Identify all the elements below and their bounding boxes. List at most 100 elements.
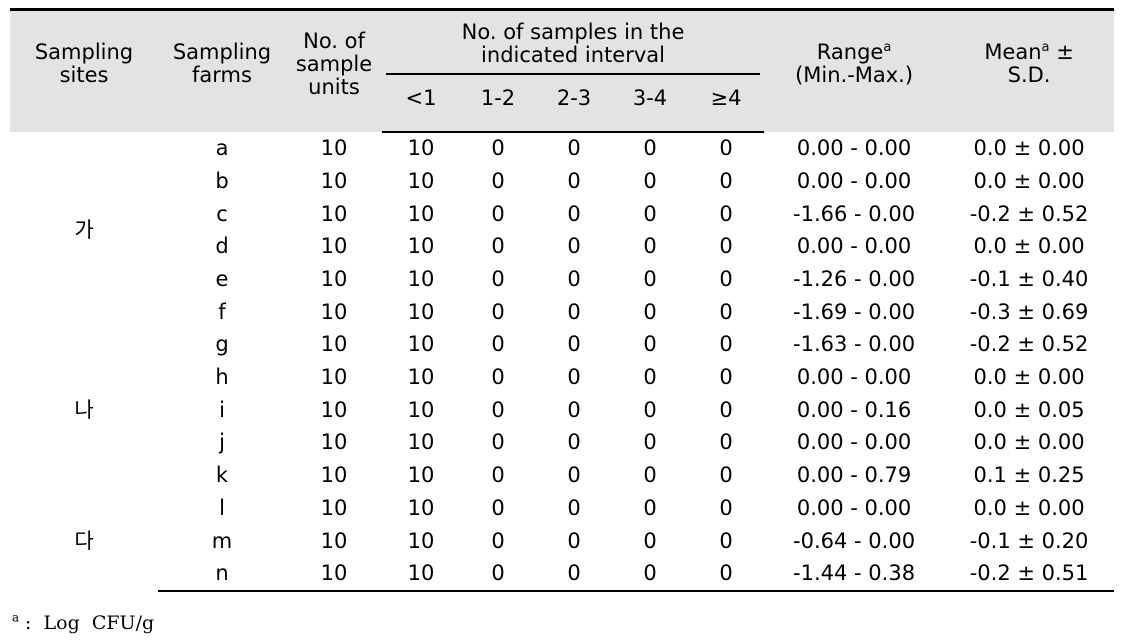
table-row: c 10 10 0 0 0 0 -1.66 - 0.00 -0.2 ± 0.52 <box>10 198 1115 231</box>
cell-interval-lt1: 10 <box>382 230 460 264</box>
cell-range: 0.00 - 0.00 <box>764 492 945 525</box>
cell-mean-sd: -0.2 ± 0.52 <box>944 328 1115 362</box>
cell-interval-2-3: 0 <box>536 131 612 166</box>
table-row: n 10 10 0 0 0 0 -1.44 - 0.38 -0.2 ± 0.51 <box>10 557 1115 593</box>
cell-interval-ge4: 0 <box>688 557 765 593</box>
cell-interval-3-4: 0 <box>612 361 688 395</box>
cell-sampling-farm: d <box>158 230 286 264</box>
table-row: i 10 10 0 0 0 0 0.00 - 0.16 0.0 ± 0.05 <box>10 394 1115 427</box>
cell-mean-sd: 0.0 ± 0.00 <box>944 131 1115 166</box>
column-header-sample-units: No. of sample units <box>286 7 382 132</box>
cell-mean-sd: -0.3 ± 0.69 <box>944 296 1115 329</box>
cell-interval-ge4: 0 <box>688 263 765 297</box>
column-header-interval-1-2: 1-2 <box>460 75 536 133</box>
table-row: h 10 10 0 0 0 0 0.00 - 0.00 0.0 ± 0.00 <box>10 361 1115 395</box>
cell-sample-units: 10 <box>286 361 382 395</box>
cell-interval-lt1: 10 <box>382 131 460 166</box>
column-header-range: Rangea (Min.-Max.) <box>764 7 945 132</box>
cell-interval-3-4: 0 <box>612 296 688 329</box>
table-row: m 10 10 0 0 0 0 -0.64 - 0.00 -0.1 ± 0.20 <box>10 524 1115 558</box>
cell-sampling-farm: h <box>158 361 286 395</box>
cell-range: -1.69 - 0.00 <box>764 296 945 329</box>
header-interval-group-line2: indicated interval <box>481 43 665 68</box>
cell-interval-1-2: 0 <box>460 198 536 231</box>
cell-interval-2-3: 0 <box>536 459 612 493</box>
cell-interval-1-2: 0 <box>460 394 536 427</box>
cell-interval-3-4: 0 <box>612 459 688 493</box>
cell-interval-3-4: 0 <box>612 557 688 593</box>
cell-mean-sd: 0.0 ± 0.00 <box>944 230 1115 264</box>
cell-sample-units: 10 <box>286 426 382 460</box>
cell-mean-sd: -0.1 ± 0.40 <box>944 263 1115 297</box>
cell-sampling-site: 다 <box>10 492 158 592</box>
cell-mean-sd: 0.0 ± 0.00 <box>944 361 1115 395</box>
cell-interval-lt1: 10 <box>382 328 460 362</box>
cell-interval-1-2: 0 <box>460 131 536 166</box>
header-mean-sd: S.D. <box>1007 63 1051 88</box>
cell-sample-units: 10 <box>286 230 382 264</box>
cell-sample-units: 10 <box>286 296 382 329</box>
cell-interval-lt1: 10 <box>382 296 460 329</box>
cell-interval-ge4: 0 <box>688 328 765 362</box>
sampling-site-label: 가 <box>74 217 94 242</box>
cell-interval-2-3: 0 <box>536 394 612 427</box>
cell-interval-1-2: 0 <box>460 459 536 493</box>
cell-sample-units: 10 <box>286 165 382 199</box>
cell-interval-2-3: 0 <box>536 361 612 395</box>
cell-sampling-farm: m <box>158 524 286 558</box>
cell-interval-2-3: 0 <box>536 296 612 329</box>
cell-range: -1.26 - 0.00 <box>764 263 945 297</box>
table-row: e 10 10 0 0 0 0 -1.26 - 0.00 -0.1 ± 0.40 <box>10 263 1115 297</box>
column-header-sampling-farms: Sampling farms <box>158 7 286 132</box>
cell-range: 0.00 - 0.79 <box>764 459 945 493</box>
table-figure: Sampling sites Sampling farms No. of sam… <box>0 0 1125 643</box>
cell-interval-lt1: 10 <box>382 524 460 558</box>
header-sampling-farms-line1: Sampling <box>172 40 272 65</box>
cell-range: 0.00 - 0.00 <box>764 230 945 264</box>
table-row: d 10 10 0 0 0 0 0.00 - 0.00 0.0 ± 0.00 <box>10 230 1115 264</box>
cell-interval-3-4: 0 <box>612 165 688 199</box>
cell-interval-ge4: 0 <box>688 459 765 493</box>
cell-sampling-site: 나 <box>10 328 158 493</box>
sampling-results-table: Sampling sites Sampling farms No. of sam… <box>10 7 1115 593</box>
cell-interval-ge4: 0 <box>688 426 765 460</box>
cell-interval-lt1: 10 <box>382 492 460 525</box>
cell-interval-1-2: 0 <box>460 426 536 460</box>
cell-sampling-farm: i <box>158 394 286 427</box>
header-row-main: Sampling sites Sampling farms No. of sam… <box>10 7 1115 132</box>
cell-interval-1-2: 0 <box>460 492 536 525</box>
cell-sample-units: 10 <box>286 263 382 297</box>
cell-mean-sd: 0.0 ± 0.00 <box>944 426 1115 460</box>
header-sample-units-line3: units <box>308 74 360 99</box>
cell-interval-3-4: 0 <box>612 131 688 166</box>
cell-sample-units: 10 <box>286 328 382 362</box>
cell-interval-3-4: 0 <box>612 198 688 231</box>
cell-interval-2-3: 0 <box>536 198 612 231</box>
cell-interval-1-2: 0 <box>460 165 536 199</box>
cell-interval-lt1: 10 <box>382 557 460 593</box>
header-sampling-sites-line2: sites <box>59 63 109 88</box>
cell-mean-sd: -0.2 ± 0.52 <box>944 198 1115 231</box>
cell-sampling-farm: n <box>158 557 286 593</box>
cell-mean-sd: 0.0 ± 0.05 <box>944 394 1115 427</box>
sampling-site-label: 다 <box>74 529 94 554</box>
cell-mean-sd: 0.0 ± 0.00 <box>944 492 1115 525</box>
column-header-interval-ge4: ≥4 <box>688 75 765 133</box>
cell-sampling-farm: k <box>158 459 286 493</box>
cell-sample-units: 10 <box>286 198 382 231</box>
cell-interval-3-4: 0 <box>612 524 688 558</box>
cell-interval-3-4: 0 <box>612 263 688 297</box>
table-container: Sampling sites Sampling farms No. of sam… <box>10 7 1115 593</box>
cell-interval-ge4: 0 <box>688 296 765 329</box>
cell-interval-1-2: 0 <box>460 263 536 297</box>
cell-interval-3-4: 0 <box>612 426 688 460</box>
cell-range: 0.00 - 0.00 <box>764 165 945 199</box>
cell-range: 0.00 - 0.00 <box>764 426 945 460</box>
cell-interval-3-4: 0 <box>612 492 688 525</box>
cell-interval-ge4: 0 <box>688 165 765 199</box>
footnote-text: : Log CFU/g <box>19 612 155 634</box>
cell-range: -1.44 - 0.38 <box>764 557 945 593</box>
cell-interval-lt1: 10 <box>382 165 460 199</box>
cell-interval-3-4: 0 <box>612 394 688 427</box>
cell-sampling-farm: f <box>158 296 286 329</box>
